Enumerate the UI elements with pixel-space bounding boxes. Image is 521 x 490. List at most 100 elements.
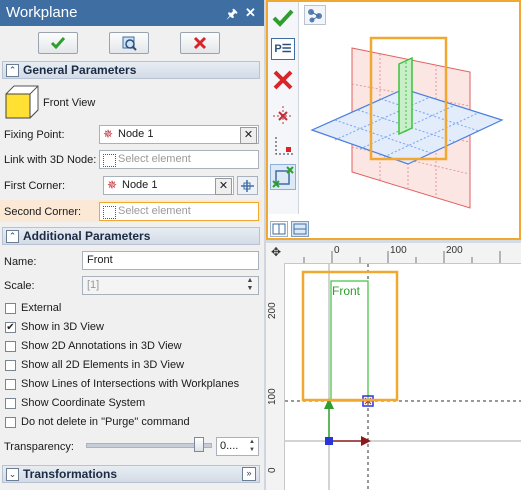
section-title: Additional Parameters [23, 229, 151, 243]
origin-point [325, 437, 333, 445]
show-all-2d-elements-label: Show all 2D Elements in 3D View [21, 359, 185, 371]
show-coordinate-system-row[interactable]: Show Coordinate System [5, 396, 255, 414]
pick-point-icon [241, 180, 254, 192]
collapse-icon: ⌃ [6, 230, 19, 243]
parameters-icon: P☰ [274, 43, 292, 55]
drawing-2d [285, 264, 521, 490]
link-3d-placeholder: Select element [118, 153, 191, 165]
name-input[interactable]: Front [82, 251, 259, 270]
pan-icon[interactable]: ✥ [271, 245, 281, 259]
view-name: Front View [43, 97, 96, 109]
transparency-input[interactable]: 0.... ▲ ▼ [216, 437, 259, 456]
first-corner-label: First Corner: [4, 180, 66, 192]
scale-label: Scale: [4, 280, 35, 292]
spin-down-icon[interactable]: ▼ [243, 285, 257, 293]
show-in-3d-checkbox-row[interactable]: ✔ Show in 3D View [5, 320, 255, 338]
show-all-2d-elements-checkbox[interactable] [5, 360, 16, 371]
axis-icon [275, 137, 293, 155]
section-title: General Parameters [23, 63, 137, 77]
link-3d-label: Link with 3D Node: [4, 154, 97, 166]
second-corner-label: Second Corner: [4, 206, 82, 218]
transparency-label: Transparency: [4, 441, 74, 453]
front-workplane-rect [330, 280, 369, 402]
more-icon[interactable]: » [242, 467, 256, 481]
viewport-3d[interactable] [266, 0, 521, 240]
ok-button[interactable] [38, 32, 78, 54]
pick-point-button[interactable] [237, 176, 258, 195]
fixing-point-field[interactable]: ✵ Node 1 ✕ [99, 125, 259, 144]
clear-icon[interactable]: ✕ [240, 127, 257, 144]
external-checkbox[interactable] [5, 303, 16, 314]
collapse-icon: ⌃ [6, 64, 19, 77]
panel-titlebar: Workplane 🖈︎ ✕ [0, 0, 264, 26]
corner-tool[interactable] [270, 164, 296, 190]
ruler-label: 0 [267, 467, 278, 473]
vertical-toolbar: P☰ [268, 2, 299, 214]
external-checkbox-row[interactable]: External [5, 301, 255, 319]
axis-tool[interactable] [271, 134, 295, 158]
cancel-tool-button[interactable] [271, 68, 295, 92]
scale-value: [1] [87, 279, 100, 291]
ruler-label: 200 [446, 245, 463, 256]
ruler-label: 0 [334, 245, 340, 256]
checkmark-icon [50, 37, 66, 50]
ruler-label: 100 [267, 388, 278, 405]
spin-up-icon[interactable]: ▲ [243, 277, 257, 285]
show-coordinate-system-checkbox[interactable] [5, 398, 16, 409]
select-node-tool[interactable] [271, 104, 295, 128]
cancel-icon [273, 70, 293, 90]
do-not-delete-purge-row[interactable]: Do not delete in "Purge" command [5, 415, 255, 433]
show-in-3d-checkbox[interactable]: ✔ [5, 322, 16, 333]
show-all-2d-elements-row[interactable]: Show all 2D Elements in 3D View [5, 358, 255, 376]
cancel-button[interactable] [180, 32, 220, 54]
link-3d-field[interactable]: Select element [99, 150, 259, 169]
slider-thumb[interactable] [194, 437, 204, 452]
show-2d-annotations-row[interactable]: Show 2D Annotations in 3D View [5, 339, 255, 357]
corner-points-icon [272, 166, 294, 188]
external-label: External [21, 302, 62, 314]
first-corner-field[interactable]: ✵ Node 1 ✕ [103, 176, 234, 195]
show-intersections-row[interactable]: Show Lines of Intersections with Workpla… [5, 377, 260, 395]
ruler-label: 100 [390, 245, 407, 256]
show-intersections-checkbox[interactable] [5, 379, 16, 390]
name-value: Front [87, 254, 113, 266]
name-label: Name: [4, 256, 37, 268]
viewport-2d[interactable]: ✥ 0 100 200 200 100 0 Front [266, 243, 521, 490]
ruler-label: 200 [267, 302, 278, 319]
layout-split-icon [272, 223, 286, 235]
preview-icon [122, 36, 137, 51]
parameters-button[interactable]: P☰ [271, 38, 295, 60]
general-parameters-header[interactable]: ⌃ General Parameters [2, 61, 260, 79]
fixing-point-value: Node 1 [118, 128, 154, 140]
spin-up-icon[interactable]: ▲ [247, 438, 257, 446]
preview-button[interactable] [109, 32, 149, 54]
transformations-header[interactable]: ⌄ Transformations » [2, 465, 260, 483]
workplane-label: Front [332, 284, 361, 298]
panel-title: Workplane [6, 4, 78, 21]
second-corner-field[interactable]: Select element [99, 202, 259, 221]
expand-icon: ⌄ [6, 468, 19, 481]
node-icon: ✵ [107, 178, 118, 192]
ok-tool-button[interactable] [271, 6, 295, 30]
layout-single-button[interactable] [270, 221, 288, 237]
additional-parameters-header[interactable]: ⌃ Additional Parameters [2, 227, 260, 245]
layout-horizontal-button[interactable] [291, 221, 309, 237]
close-icon[interactable]: ✕ [245, 5, 256, 21]
clear-icon[interactable]: ✕ [215, 178, 232, 195]
show-2d-annotations-checkbox[interactable] [5, 341, 16, 352]
do-not-delete-purge-checkbox[interactable] [5, 417, 16, 428]
transparency-slider[interactable] [86, 437, 212, 453]
pin-icon[interactable]: 🖈︎ [226, 5, 238, 27]
scale-input[interactable]: [1] ▲ ▼ [82, 276, 259, 295]
select-element-icon [103, 206, 116, 219]
node-icon: ✵ [103, 127, 114, 141]
scene-tree-icon [308, 9, 322, 23]
second-corner-placeholder: Select element [118, 205, 191, 217]
view-options-button[interactable] [304, 5, 326, 25]
show-in-3d-label: Show in 3D View [21, 321, 104, 333]
workplane-3d-scene [310, 36, 504, 209]
front-view-cube-icon [5, 85, 39, 119]
spin-down-icon[interactable]: ▼ [247, 446, 257, 454]
layout-stack-icon [293, 223, 307, 235]
cancel-icon [193, 36, 207, 50]
